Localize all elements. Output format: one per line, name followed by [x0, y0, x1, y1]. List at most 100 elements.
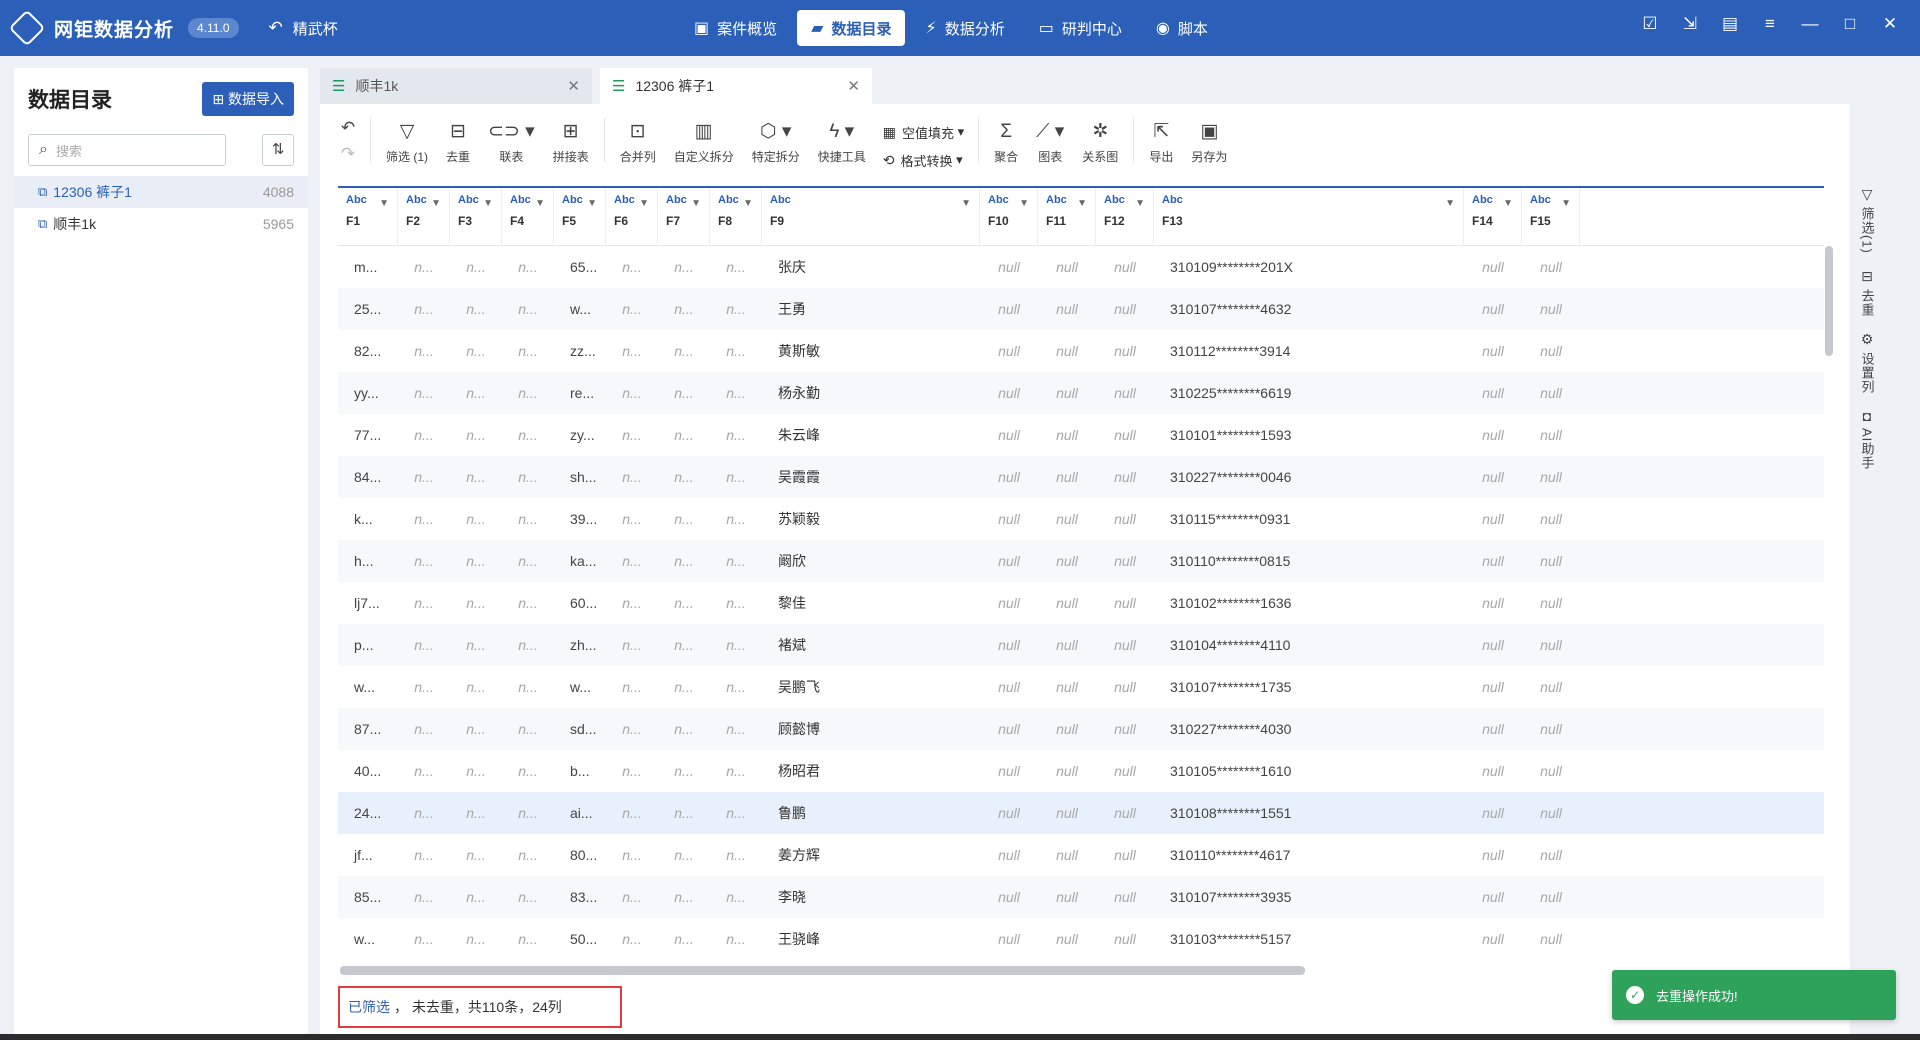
table-cell[interactable]: 83...: [554, 876, 606, 918]
table-cell[interactable]: 顾懿博: [762, 708, 980, 750]
table-cell[interactable]: null: [1038, 540, 1096, 582]
table-cell[interactable]: null: [1096, 498, 1154, 540]
table-cell[interactable]: null: [1522, 708, 1580, 750]
table-cell[interactable]: n...: [606, 876, 658, 918]
table-cell[interactable]: null: [1522, 414, 1580, 456]
table-cell[interactable]: 310101********1593: [1154, 414, 1464, 456]
dataset-item[interactable]: ⧉ 顺丰1k 5965: [14, 208, 308, 240]
table-cell[interactable]: n...: [450, 624, 502, 666]
table-cell[interactable]: n...: [658, 414, 710, 456]
table-cell[interactable]: 310109********201X: [1154, 246, 1464, 288]
table-cell[interactable]: ai...: [554, 792, 606, 834]
table-cell[interactable]: null: [1464, 624, 1522, 666]
table-cell[interactable]: null: [1522, 372, 1580, 414]
chevron-down-icon[interactable]: ▼: [1135, 198, 1145, 209]
table-cell[interactable]: null: [1096, 666, 1154, 708]
table-cell[interactable]: null: [1038, 918, 1096, 960]
horizontal-scrollbar[interactable]: [340, 966, 1824, 976]
table-cell[interactable]: null: [980, 666, 1038, 708]
table-cell[interactable]: n...: [502, 540, 554, 582]
chevron-down-icon[interactable]: ▼: [1077, 198, 1087, 209]
table-cell[interactable]: n...: [450, 330, 502, 372]
table-cell[interactable]: 310108********1551: [1154, 792, 1464, 834]
table-cell[interactable]: n...: [450, 498, 502, 540]
table-cell[interactable]: null: [1096, 582, 1154, 624]
table-cell[interactable]: w...: [554, 288, 606, 330]
table-cell[interactable]: null: [1038, 750, 1096, 792]
table-cell[interactable]: null: [1522, 456, 1580, 498]
tab-shunfeng[interactable]: ☰ 顺丰1k ✕: [320, 68, 592, 104]
table-row[interactable]: 77... n... n... n... zy... n... n... n... 朱云峰 nul…: [338, 414, 1824, 456]
table-cell[interactable]: null: [1464, 582, 1522, 624]
table-cell[interactable]: null: [980, 624, 1038, 666]
column-header[interactable]: Abc ▼ F4: [502, 188, 554, 246]
table-cell[interactable]: null: [980, 498, 1038, 540]
table-cell[interactable]: null: [1522, 918, 1580, 960]
table-row[interactable]: w... n... n... n... w... n... n... n... 吴鹏飞 null n…: [338, 666, 1824, 708]
table-cell[interactable]: p...: [338, 624, 398, 666]
table-cell[interactable]: 310115********0931: [1154, 498, 1464, 540]
column-header[interactable]: Abc ▼ F10: [980, 188, 1038, 246]
table-cell[interactable]: null: [1522, 540, 1580, 582]
table-cell[interactable]: n...: [398, 876, 450, 918]
table-cell[interactable]: n...: [606, 456, 658, 498]
data-import-button[interactable]: ⊞ 数据导入: [202, 82, 294, 116]
chevron-down-icon[interactable]: ▼: [1503, 198, 1513, 209]
table-cell[interactable]: n...: [450, 456, 502, 498]
table-cell[interactable]: null: [1522, 288, 1580, 330]
table-cell[interactable]: n...: [658, 456, 710, 498]
dedup-button[interactable]: ⊟ 去重: [437, 118, 479, 165]
table-cell[interactable]: n...: [398, 792, 450, 834]
table-cell[interactable]: null: [980, 582, 1038, 624]
quick-tools-button[interactable]: ϟ ▾ 快捷工具: [809, 118, 875, 165]
column-header[interactable]: Abc ▼ F14: [1464, 188, 1522, 246]
table-cell[interactable]: null: [1096, 834, 1154, 876]
table-cell[interactable]: n...: [450, 708, 502, 750]
table-cell[interactable]: n...: [658, 624, 710, 666]
join-button[interactable]: ⊂⊃ ▾ 联表: [479, 118, 544, 165]
table-cell[interactable]: null: [1464, 456, 1522, 498]
tab-12306[interactable]: ☰ 12306 裤子1 ✕: [600, 68, 872, 104]
table-cell[interactable]: null: [1522, 330, 1580, 372]
table-cell[interactable]: 50...: [554, 918, 606, 960]
table-cell[interactable]: null: [1464, 918, 1522, 960]
relation-graph-button[interactable]: ✲ 关系图: [1073, 118, 1127, 165]
custom-split-button[interactable]: ▥ 自定义拆分: [665, 118, 743, 165]
table-cell[interactable]: m...: [338, 246, 398, 288]
chevron-down-icon[interactable]: ▼: [1445, 198, 1455, 209]
table-cell[interactable]: null: [1038, 498, 1096, 540]
table-row[interactable]: w... n... n... n... 50... n... n... n... 王骁峰 null…: [338, 918, 1824, 960]
ai-assistant-toggle[interactable]: ◘ AI助手: [1858, 408, 1877, 470]
table-cell[interactable]: null: [1522, 750, 1580, 792]
table-cell[interactable]: n...: [398, 834, 450, 876]
table-cell[interactable]: 姜方辉: [762, 834, 980, 876]
table-cell[interactable]: null: [1038, 330, 1096, 372]
chevron-down-icon[interactable]: ▼: [961, 198, 971, 209]
table-row[interactable]: 40... n... n... n... b... n... n... n... 杨昭君 null…: [338, 750, 1824, 792]
table-row[interactable]: 85... n... n... n... 83... n... n... n... 李晓 null…: [338, 876, 1824, 918]
table-cell[interactable]: null: [1464, 750, 1522, 792]
search-input[interactable]: ⌕ 搜索: [28, 134, 227, 166]
table-cell[interactable]: n...: [710, 456, 762, 498]
table-cell[interactable]: null: [1464, 372, 1522, 414]
table-cell[interactable]: n...: [710, 330, 762, 372]
table-cell[interactable]: n...: [606, 792, 658, 834]
table-cell[interactable]: 苏颖毅: [762, 498, 980, 540]
table-cell[interactable]: n...: [398, 624, 450, 666]
table-cell[interactable]: n...: [606, 414, 658, 456]
filter-panel-toggle[interactable]: ▽ 筛选(1): [1858, 186, 1877, 254]
table-cell[interactable]: n...: [658, 876, 710, 918]
table-cell[interactable]: n...: [606, 540, 658, 582]
table-cell[interactable]: n...: [502, 792, 554, 834]
table-cell[interactable]: null: [1522, 246, 1580, 288]
column-header[interactable]: Abc ▼ F9: [762, 188, 980, 246]
table-cell[interactable]: null: [1038, 834, 1096, 876]
specific-split-button[interactable]: ⬡ ▾ 特定拆分: [743, 118, 809, 165]
table-cell[interactable]: 吴霞霞: [762, 456, 980, 498]
column-header[interactable]: Abc ▼ F8: [710, 188, 762, 246]
table-cell[interactable]: n...: [450, 876, 502, 918]
table-cell[interactable]: null: [1522, 666, 1580, 708]
table-cell[interactable]: 65...: [554, 246, 606, 288]
table-cell[interactable]: n...: [398, 414, 450, 456]
table-cell[interactable]: 310102********1636: [1154, 582, 1464, 624]
